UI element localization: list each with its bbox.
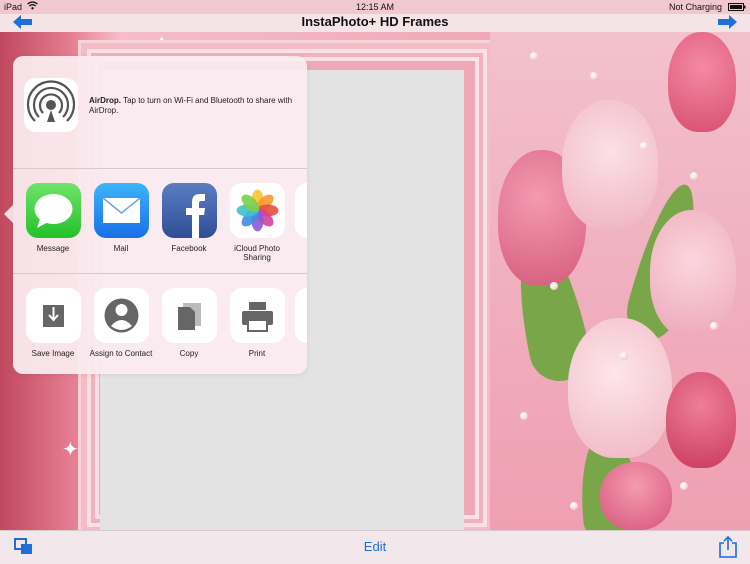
- water-drop: [530, 52, 538, 60]
- airdrop-description: AirDrop. Tap to turn on Wi-Fi and Blueto…: [89, 96, 299, 116]
- forward-arrow-icon: [718, 15, 737, 29]
- water-drop: [620, 352, 628, 360]
- water-drop: [640, 142, 648, 150]
- assign-to-contact-button[interactable]: Assign to Contact: [87, 288, 155, 358]
- mail-icon: [93, 183, 149, 238]
- tulip: [568, 318, 672, 458]
- water-drop: [710, 322, 718, 330]
- print-icon: [229, 288, 285, 343]
- share-app-label: iCloud Photo Sharing: [234, 244, 280, 262]
- share-facebook-button[interactable]: Facebook: [155, 183, 223, 253]
- page-title: InstaPhoto+ HD Frames: [301, 14, 449, 29]
- action-label: Copy: [179, 349, 199, 358]
- battery-icon: [728, 3, 746, 13]
- clock: 12:15 AM: [355, 2, 395, 12]
- share-actions-row: Save Image Assign to Contact Copy Print: [13, 274, 307, 374]
- airdrop-icon: [24, 78, 78, 132]
- copy-button[interactable]: Copy: [155, 288, 223, 358]
- save-image-icon: [25, 288, 81, 343]
- action-label: Assign to Contact: [89, 349, 153, 358]
- partial-action-icon: [295, 288, 307, 343]
- share-more-apps-partial[interactable]: [295, 183, 307, 238]
- save-image-button[interactable]: Save Image: [19, 288, 87, 358]
- share-icloud-photo-sharing-button[interactable]: iCloud Photo Sharing: [223, 183, 291, 262]
- water-drop: [690, 172, 698, 180]
- airdrop-title: AirDrop.: [89, 96, 121, 105]
- share-button[interactable]: [719, 535, 737, 563]
- tulip-background: [490, 32, 750, 530]
- tulip: [666, 372, 736, 468]
- tulip: [668, 32, 736, 132]
- airdrop-row[interactable]: AirDrop. Tap to turn on Wi-Fi and Blueto…: [13, 56, 307, 169]
- share-app-label: Message: [36, 244, 70, 253]
- icloud-photo-sharing-icon: [229, 183, 285, 238]
- water-drop: [680, 482, 688, 490]
- water-drop: [520, 412, 528, 420]
- share-sheet: AirDrop. Tap to turn on Wi-Fi and Blueto…: [13, 56, 307, 374]
- more-actions-partial[interactable]: [295, 288, 307, 343]
- share-app-label: Mail: [113, 244, 129, 253]
- water-drop: [590, 72, 598, 80]
- tulip: [600, 462, 672, 530]
- action-label: Save Image: [31, 349, 75, 358]
- action-label: Print: [248, 349, 266, 358]
- tulip: [562, 100, 658, 230]
- share-icon: [719, 535, 737, 558]
- water-drop: [550, 282, 558, 290]
- partial-app-icon: [295, 183, 307, 238]
- message-icon: [25, 183, 81, 238]
- tulip: [650, 210, 736, 338]
- share-message-button[interactable]: Message: [19, 183, 87, 253]
- share-app-label: Facebook: [171, 244, 207, 253]
- status-bar: iPad 12:15 AM Not Charging: [0, 0, 750, 14]
- facebook-icon: [161, 183, 217, 238]
- battery-status: Not Charging: [669, 2, 723, 12]
- edit-button[interactable]: Edit: [0, 539, 750, 554]
- print-button[interactable]: Print: [223, 288, 291, 358]
- contact-icon: [93, 288, 149, 343]
- nav-bar: InstaPhoto+ HD Frames: [0, 14, 750, 32]
- share-mail-button[interactable]: Mail: [87, 183, 155, 253]
- popover-arrow: [4, 205, 13, 223]
- forward-button[interactable]: [716, 14, 738, 32]
- copy-icon: [161, 288, 217, 343]
- sparkle-icon: ✦: [62, 439, 79, 461]
- water-drop: [570, 502, 578, 510]
- share-apps-row: Message Mail Facebook iCloud Photo Shari…: [13, 169, 307, 274]
- bottom-toolbar: Edit: [0, 530, 750, 564]
